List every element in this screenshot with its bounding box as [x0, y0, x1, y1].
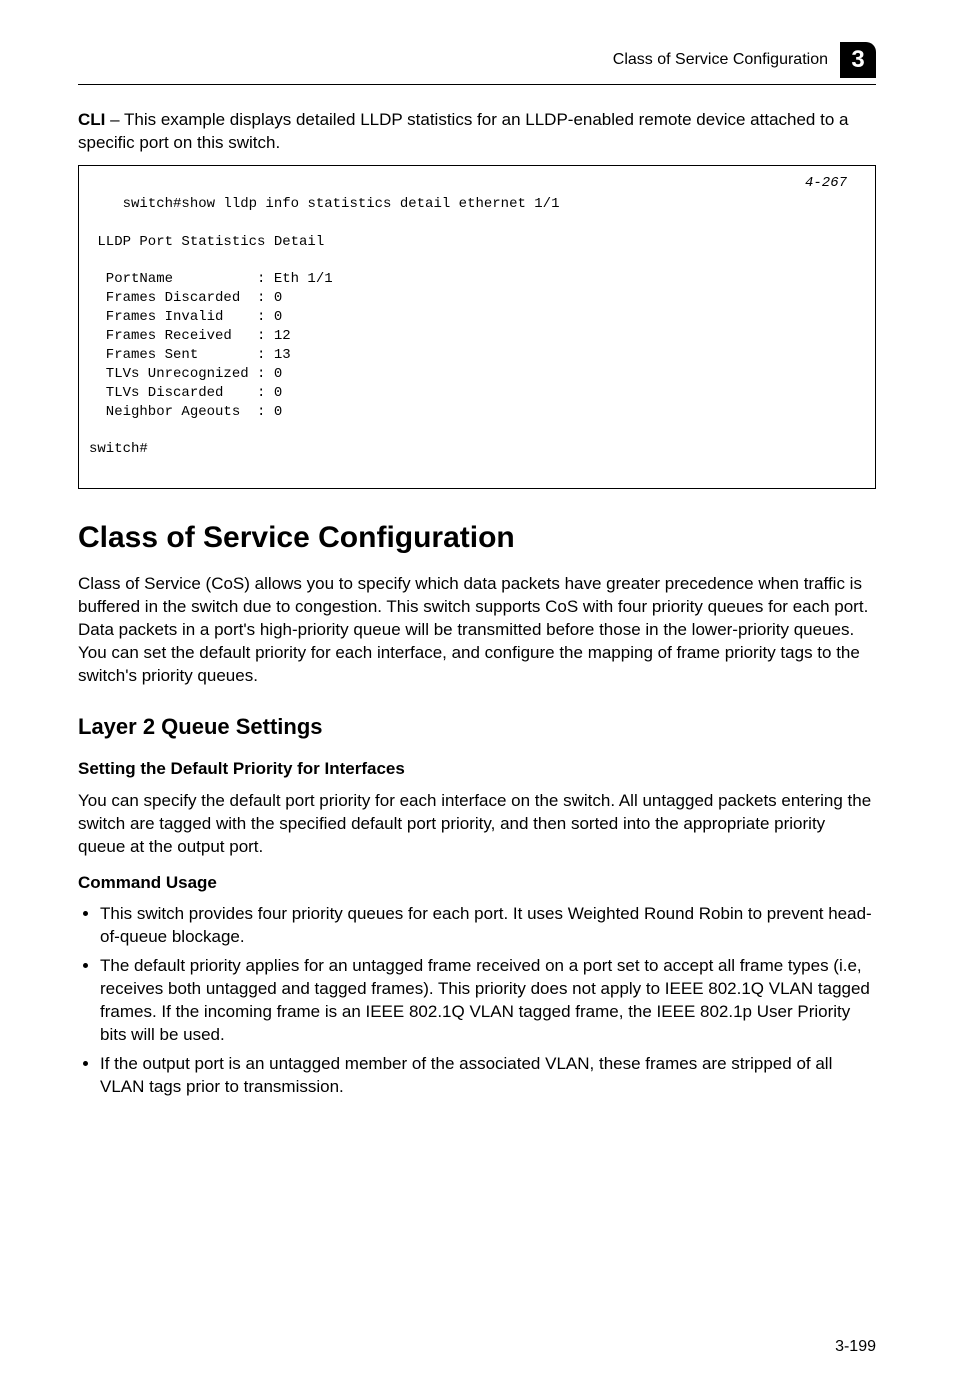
cli-output-text: switch#show lldp info statistics detail … — [89, 196, 559, 458]
cli-intro-text: – This example displays detailed LLDP st… — [78, 110, 848, 152]
cli-intro-paragraph: CLI – This example displays detailed LLD… — [78, 109, 876, 155]
subsubsection-heading: Setting the Default Priority for Interfa… — [78, 757, 876, 781]
page-number: 3-199 — [835, 1336, 876, 1358]
subsection-heading: Layer 2 Queue Settings — [78, 712, 876, 743]
subsub-body: You can specify the default port priorit… — [78, 790, 876, 859]
list-item: The default priority applies for an unta… — [100, 955, 876, 1047]
cli-output-box: 4-267 switch#show lldp info statistics de… — [78, 165, 876, 489]
page-container: Class of Service Configuration 3 CLI – T… — [0, 0, 954, 1388]
section-heading: Class of Service Configuration — [78, 517, 876, 559]
section-body: Class of Service (CoS) allows you to spe… — [78, 573, 876, 688]
command-usage-list: This switch provides four priority queue… — [78, 903, 876, 1099]
page-header: Class of Service Configuration 3 — [78, 42, 876, 78]
cli-prefix: CLI — [78, 110, 105, 129]
list-item: This switch provides four priority queue… — [100, 903, 876, 949]
code-reference: 4-267 — [805, 174, 847, 193]
command-usage-heading: Command Usage — [78, 871, 876, 895]
header-title: Class of Service Configuration — [613, 49, 828, 71]
list-item: If the output port is an untagged member… — [100, 1053, 876, 1099]
chapter-badge: 3 — [840, 42, 876, 78]
header-divider — [78, 84, 876, 85]
